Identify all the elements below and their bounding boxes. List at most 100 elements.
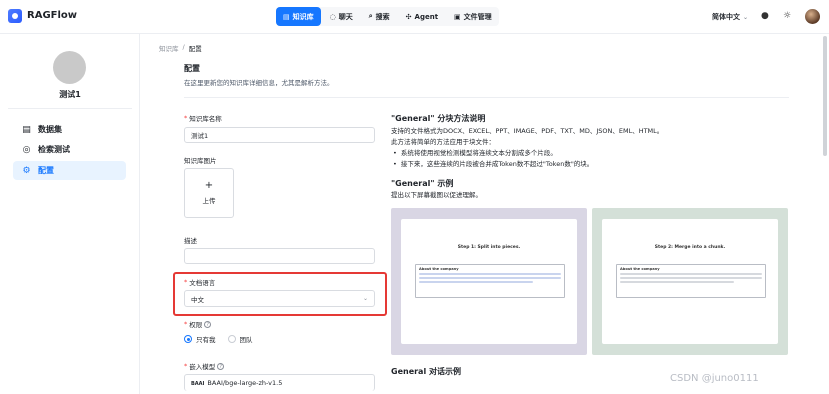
example-image-step2: Step 2: Merge into a chunk. About the co… (592, 208, 788, 355)
example-image-step1: Step 1: Split into pieces. About the com… (391, 208, 587, 355)
help-icon[interactable]: ? (204, 320, 212, 328)
watermark: CSDN @juno0111 (670, 373, 759, 384)
chat-icon: ◌ (329, 12, 336, 21)
sidebar-item-retrieval-test[interactable]: ◎ 检索测试 (13, 140, 126, 159)
annotation-highlight-box (173, 272, 387, 316)
label-text: 嵌入模型 (189, 363, 216, 371)
breadcrumb-separator: / (182, 43, 185, 51)
page-title: 配置 (184, 64, 200, 73)
example-block-title: About the company (620, 267, 660, 271)
sidebar-item-label: 检索测试 (38, 145, 70, 154)
file-icon: ▣ (454, 12, 461, 21)
baai-logo-icon: BAAI (191, 381, 205, 387)
knowledge-base-icon: ▤ (283, 12, 290, 21)
nav-label: 搜索 (375, 12, 390, 21)
method-bullet: • 接下来，这些连续的片段被合并成Token数不超过"Token数"的块。 (393, 159, 593, 170)
chevron-down-icon: ⌄ (743, 13, 749, 21)
nav-chat[interactable]: ◌ 聊天 (323, 7, 360, 26)
sidebar-item-settings[interactable]: ⚙ 配置 (13, 161, 126, 180)
required-mark: * (184, 114, 188, 122)
nav-label: 聊天 (338, 12, 353, 21)
text-line (620, 281, 734, 283)
text-line (620, 273, 762, 275)
divider (8, 108, 132, 109)
top-bar: RAGFlow ▤ 知识库 ◌ 聊天 ⌕ 搜索 ✣ Agent ▣ 文件管理 简… (0, 0, 829, 34)
required-mark: * (184, 362, 188, 370)
nav-file-management[interactable]: ▣ 文件管理 (447, 7, 499, 26)
agent-icon: ✣ (405, 12, 412, 21)
upload-button[interactable]: + 上传 (184, 168, 234, 218)
nav-label: 知识库 (292, 12, 314, 21)
main-nav: ▤ 知识库 ◌ 聊天 ⌕ 搜索 ✣ Agent ▣ 文件管理 (276, 7, 499, 26)
language-select[interactable]: 简体中文 ⌄ (712, 12, 748, 22)
example-card: Step 1: Split into pieces. About the com… (401, 219, 577, 344)
page-subtitle: 在这里更新您的知识库详细信息，尤其是解析方法。 (184, 79, 334, 87)
example-block-title: About the company (419, 267, 459, 271)
radio-label: 只有我 (196, 336, 216, 344)
radio-only-me[interactable]: 只有我 (184, 334, 216, 344)
brand-name[interactable]: RAGFlow (27, 10, 77, 21)
description-input[interactable] (184, 248, 375, 264)
breadcrumb: 知识库 / 配置 (159, 43, 202, 53)
nav-label: Agent (414, 12, 439, 21)
permission-radio-group: 只有我 团队 (184, 334, 253, 344)
example-subtitle: 提出以下屏幕截图以促进理解。 (391, 191, 482, 199)
text-line (419, 277, 561, 279)
search-icon: ⌕ (368, 12, 373, 20)
divider (184, 97, 789, 98)
kb-name-input[interactable]: 测试1 (184, 127, 375, 143)
sidebar-item-dataset[interactable]: ▤ 数据集 (13, 120, 126, 139)
theme-toggle-icon[interactable]: ☼ (783, 11, 791, 21)
required-mark: * (184, 320, 188, 328)
sidebar-item-label: 配置 (38, 166, 54, 175)
upload-label: 上传 (202, 197, 216, 205)
github-icon[interactable]: ● (761, 11, 769, 21)
select-value: BAAI BAAI/bge-large-zh-v1.5 (191, 379, 282, 387)
user-avatar[interactable] (805, 9, 820, 24)
text-line (620, 277, 762, 279)
breadcrumb-root[interactable]: 知识库 (159, 43, 179, 53)
nav-knowledge-base[interactable]: ▤ 知识库 (276, 7, 321, 26)
sidebar-item-label: 数据集 (38, 125, 62, 134)
example-step-title: Step 1: Split into pieces. (457, 245, 521, 250)
dataset-icon: ▤ (22, 124, 31, 135)
breadcrumb-current: 配置 (188, 45, 202, 53)
kb-avatar (53, 51, 86, 84)
method-formats: 支持的文件格式为DOCX、EXCEL、PPT、IMAGE、PDF、TXT、MD、… (391, 127, 664, 135)
method-title: "General" 分块方法说明 (391, 114, 486, 123)
ragflow-logo-icon[interactable] (8, 9, 22, 23)
nav-label: 文件管理 (463, 12, 492, 21)
radio-dot (227, 335, 236, 343)
kb-image-label: 知识库图片 (184, 157, 217, 165)
nav-agent[interactable]: ✣ Agent (399, 7, 445, 26)
bullet-dot: • (393, 149, 397, 157)
help-icon[interactable]: ? (217, 362, 225, 370)
label-text: 知识库名称 (189, 115, 222, 123)
settings-icon: ⚙ (22, 165, 31, 176)
method-intro: 此方法将简单的方法应用于块文件： (391, 138, 495, 146)
scrollbar[interactable] (823, 36, 827, 156)
nav-search[interactable]: ⌕ 搜索 (362, 7, 397, 26)
label-text: 权限 (189, 321, 203, 329)
bullet-text: 接下来，这些连续的片段被合并成Token数不超过"Token数"的块。 (400, 160, 594, 168)
example-text-block: About the company (616, 264, 766, 298)
text-line (419, 273, 561, 275)
permission-label: * 权限 ? (184, 319, 212, 329)
example-title: "General" 示例 (391, 179, 454, 188)
plus-icon: + (204, 180, 214, 191)
embedding-model-label: * 嵌入模型 ? (184, 361, 225, 371)
description-label: 描述 (184, 237, 197, 245)
method-bullet: • 系统将使用视觉检测模型将连续文本分割成多个片段。 (393, 148, 557, 159)
text-line (419, 281, 533, 283)
example-step-title: Step 2: Merge into a chunk. (654, 245, 726, 250)
embedding-model-select[interactable]: BAAI BAAI/bge-large-zh-v1.5 (184, 374, 375, 391)
kb-name: 测试1 (59, 90, 81, 99)
radio-team[interactable]: 团队 (227, 334, 253, 344)
embed-model-name: BAAI/bge-large-zh-v1.5 (207, 379, 283, 387)
radio-label: 团队 (239, 336, 253, 344)
left-panel: 测试1 ▤ 数据集 ◎ 检索测试 ⚙ 配置 (0, 34, 140, 394)
language-label: 简体中文 (712, 13, 740, 21)
kb-name-label: * 知识库名称 (184, 113, 222, 123)
bullet-text: 系统将使用视觉检测模型将连续文本分割成多个片段。 (400, 149, 557, 157)
dialog-example-title: General 对话示例 (391, 367, 461, 376)
